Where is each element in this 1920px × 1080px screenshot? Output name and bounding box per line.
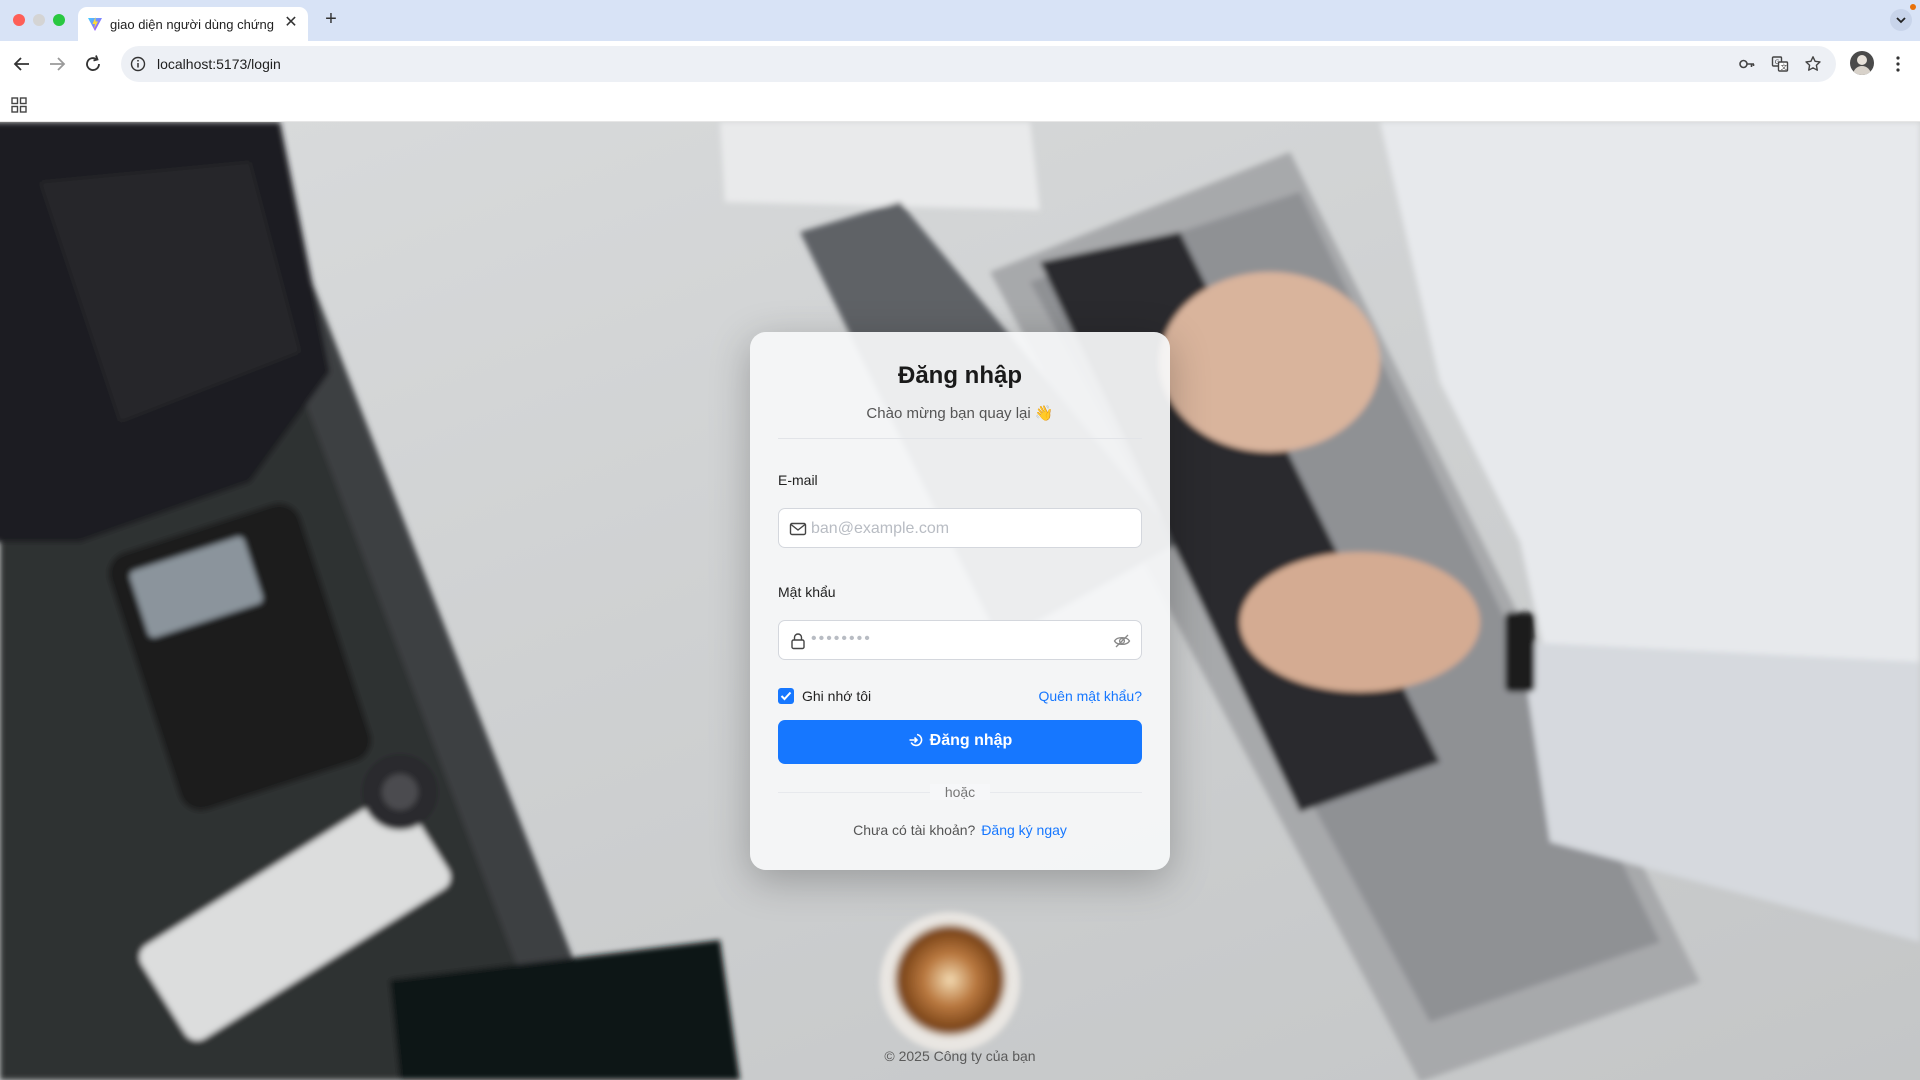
signup-row: Chưa có tài khoản? Đăng ký ngay xyxy=(750,822,1170,838)
svg-text:文: 文 xyxy=(1781,62,1788,71)
vite-favicon-icon xyxy=(88,17,102,31)
maximize-window-button[interactable] xyxy=(53,14,65,26)
browser-tab[interactable]: giao diện người dùng chứng k ✕ xyxy=(78,7,308,41)
forgot-password-link[interactable]: Quên mật khẩu? xyxy=(1038,688,1142,704)
bookmark-star-icon[interactable] xyxy=(1804,55,1822,73)
email-label: E-mail xyxy=(778,472,818,488)
forward-arrow-icon[interactable] xyxy=(45,52,69,76)
no-account-text: Chưa có tài khoản? xyxy=(853,822,976,838)
minimize-window-button[interactable] xyxy=(33,14,45,26)
login-button[interactable]: Đăng nhập xyxy=(778,720,1142,764)
reload-icon[interactable] xyxy=(81,52,105,76)
or-text: hoặc xyxy=(930,784,990,800)
header-divider xyxy=(778,438,1142,439)
email-field[interactable]: ban@example.com xyxy=(778,508,1142,548)
password-field[interactable]: •••••••• xyxy=(778,620,1142,660)
browser-tab-bar: giao diện người dùng chứng k ✕ + xyxy=(0,0,1920,41)
login-card: Đăng nhập Chào mừng bạn quay lại 👋 E-mai… xyxy=(750,332,1170,870)
url-text: localhost:5173/login xyxy=(157,56,281,72)
browser-toolbar: localhost:5173/login G 文 xyxy=(0,41,1920,87)
login-title: Đăng nhập xyxy=(898,362,1022,389)
lock-icon xyxy=(791,633,805,650)
password-key-icon[interactable] xyxy=(1738,55,1756,73)
address-bar[interactable]: localhost:5173/login G 文 xyxy=(121,46,1836,82)
tab-search-button[interactable] xyxy=(1890,9,1912,31)
svg-text:G: G xyxy=(1775,58,1780,66)
bookmarks-bar xyxy=(0,87,1920,122)
signup-link[interactable]: Đăng ký ngay xyxy=(981,822,1067,838)
check-icon xyxy=(780,691,792,701)
back-arrow-icon[interactable] xyxy=(10,52,34,76)
password-label: Mật khẩu xyxy=(778,584,836,600)
footer-copyright: © 2025 Công ty của bạn xyxy=(884,1048,1036,1064)
new-tab-button[interactable]: + xyxy=(320,8,342,30)
apps-grid-icon[interactable] xyxy=(10,96,28,114)
eye-off-icon[interactable] xyxy=(1113,632,1131,650)
remember-checkbox[interactable] xyxy=(778,688,794,704)
remember-label[interactable]: Ghi nhớ tôi xyxy=(802,688,871,704)
mail-icon xyxy=(789,522,807,536)
tab-close-icon[interactable]: ✕ xyxy=(282,14,300,32)
password-placeholder: •••••••• xyxy=(811,630,872,647)
tab-title: giao diện người dùng chứng k xyxy=(110,17,274,32)
site-info-icon[interactable] xyxy=(130,56,146,72)
notification-dot xyxy=(1910,4,1916,10)
login-page: Đăng nhập Chào mừng bạn quay lại 👋 E-mai… xyxy=(0,122,1920,1080)
login-subtitle: Chào mừng bạn quay lại 👋 xyxy=(866,405,1054,422)
translate-icon[interactable]: G 文 xyxy=(1771,55,1789,73)
login-icon xyxy=(909,733,923,747)
login-button-label: Đăng nhập xyxy=(929,732,1013,749)
profile-avatar[interactable] xyxy=(1850,51,1874,75)
email-placeholder: ban@example.com xyxy=(811,520,950,537)
chevron-down-icon xyxy=(1896,17,1906,24)
close-window-button[interactable] xyxy=(13,14,25,26)
more-vertical-icon[interactable] xyxy=(1886,52,1910,76)
